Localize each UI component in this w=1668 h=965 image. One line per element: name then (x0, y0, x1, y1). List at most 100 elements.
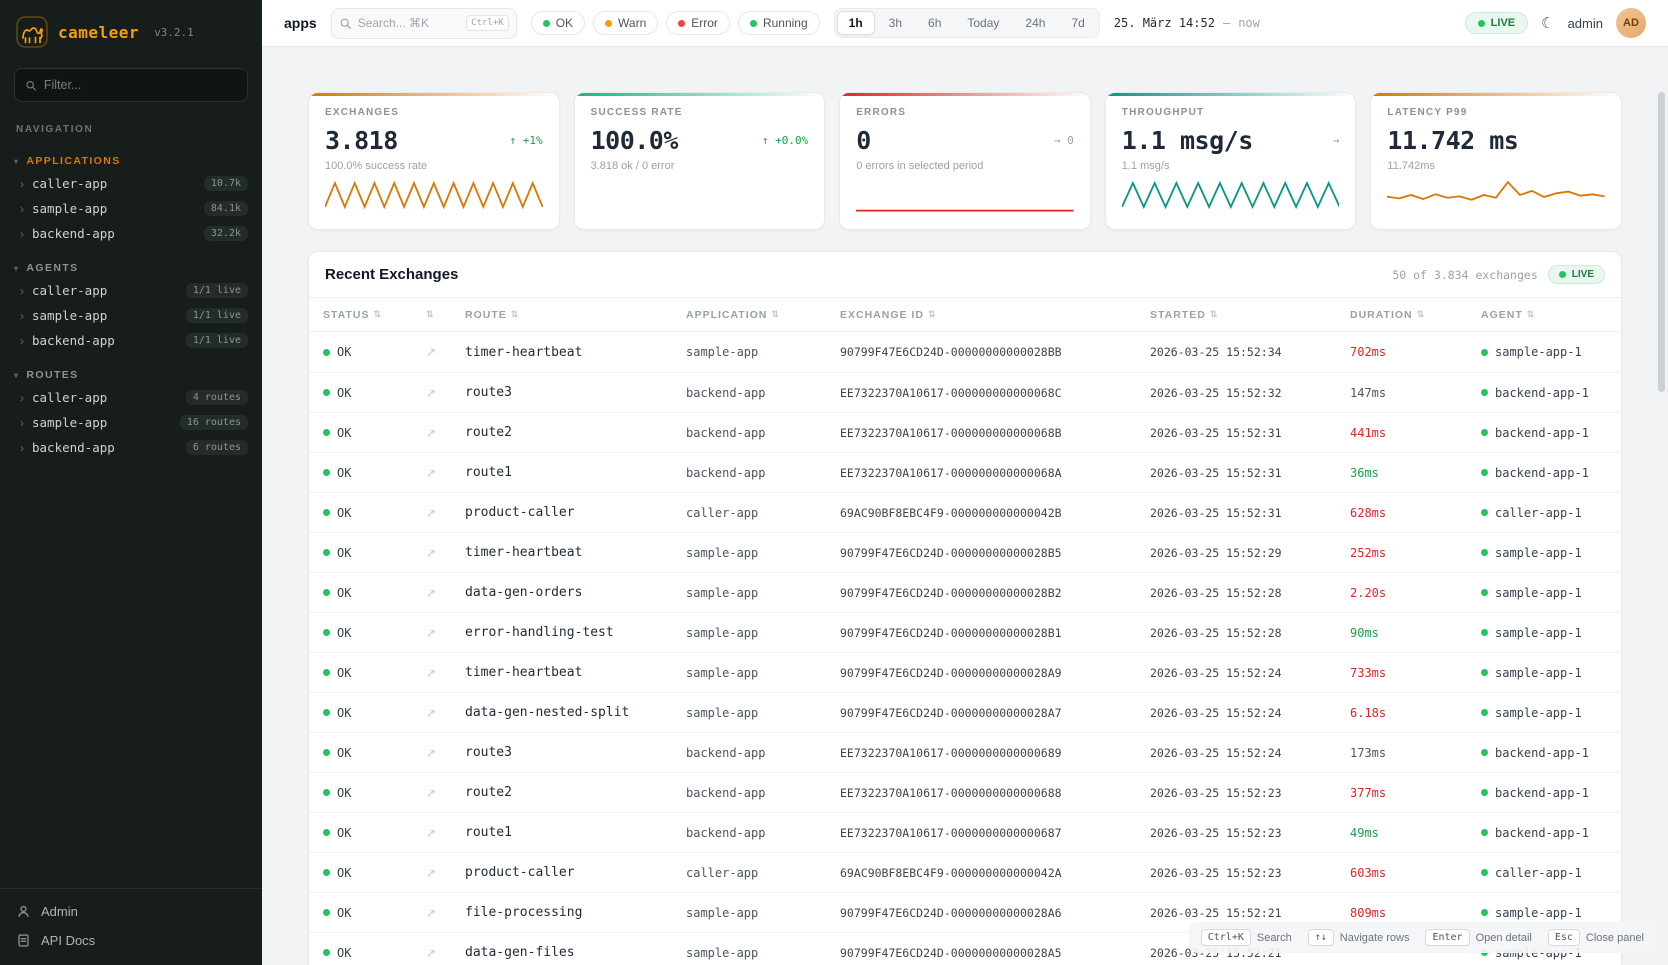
time-range-button[interactable]: 1h (837, 11, 875, 35)
open-link-cell[interactable]: ↗ (426, 626, 465, 640)
section-title-applications[interactable]: ▾ APPLICATIONS (0, 151, 262, 171)
open-link-cell[interactable]: ↗ (426, 826, 465, 840)
sidebar-item-badge: 1/1 live (186, 308, 248, 323)
table-row[interactable]: OK ↗ data-gen-orders sample-app 90799F47… (309, 572, 1621, 612)
open-link-cell[interactable]: ↗ (426, 906, 465, 920)
route-cell: product-caller (465, 505, 686, 520)
table-row[interactable]: OK ↗ product-caller caller-app 69AC90BF8… (309, 852, 1621, 892)
sidebar-item-application[interactable]: › caller-app 10.7k (0, 171, 262, 196)
sidebar-section-agents: ▾ AGENTS › caller-app 1/1 live › sample-… (0, 258, 262, 353)
table-row[interactable]: OK ↗ route1 backend-app EE7322370A10617-… (309, 452, 1621, 492)
search-shortcut-kbd: Ctrl+K (466, 15, 509, 31)
table-row[interactable]: OK ↗ data-gen-nested-split sample-app 90… (309, 692, 1621, 732)
table-row[interactable]: OK ↗ route2 backend-app EE7322370A10617-… (309, 772, 1621, 812)
status-filter-chip[interactable]: Error (666, 11, 730, 35)
table-row[interactable]: OK ↗ product-caller caller-app 69AC90BF8… (309, 492, 1621, 532)
sidebar-item-label: sample-app (32, 308, 107, 323)
column-header-exchange-id[interactable]: EXCHANGE ID⇅ (840, 309, 1150, 321)
breadcrumb[interactable]: apps (284, 15, 317, 31)
open-link-cell[interactable]: ↗ (426, 466, 465, 480)
search-input[interactable] (358, 16, 460, 30)
sidebar: cameleer v3.2.1 NAVIGATION ▾ APPLICATION… (0, 0, 262, 965)
column-header-route[interactable]: ROUTE⇅ (465, 309, 686, 321)
sort-icon: ⇅ (373, 309, 382, 320)
started-cell: 2026-03-25 15:52:28 (1150, 626, 1350, 640)
dark-mode-toggle[interactable]: ☾ (1541, 14, 1554, 32)
sidebar-item-agent[interactable]: › backend-app 1/1 live (0, 328, 262, 353)
time-range-button[interactable]: 6h (916, 11, 953, 35)
application-cell: backend-app (686, 466, 840, 480)
table-row[interactable]: OK ↗ timer-heartbeat sample-app 90799F47… (309, 332, 1621, 372)
time-range-button[interactable]: Today (955, 11, 1011, 35)
table-row[interactable]: OK ↗ route1 backend-app EE7322370A10617-… (309, 812, 1621, 852)
open-link-cell[interactable]: ↗ (426, 506, 465, 520)
status-filter-chip[interactable]: Warn (593, 11, 658, 35)
open-link-cell[interactable]: ↗ (426, 866, 465, 880)
sidebar-item-api-docs[interactable]: API Docs (0, 926, 262, 955)
open-link-cell[interactable]: ↗ (426, 706, 465, 720)
time-range-button[interactable]: 3h (877, 11, 914, 35)
live-toggle[interactable]: LIVE (1465, 12, 1528, 34)
status-dot-icon (678, 20, 685, 27)
status-filter-chip[interactable]: Running (738, 11, 820, 35)
sidebar-item-admin[interactable]: Admin (0, 897, 262, 926)
column-header-status[interactable]: STATUS⇅ (323, 309, 426, 321)
table-row[interactable]: OK ↗ route3 backend-app EE7322370A10617-… (309, 372, 1621, 412)
time-range-button[interactable]: 24h (1013, 11, 1057, 35)
open-link-cell[interactable]: ↗ (426, 426, 465, 440)
open-link-cell[interactable]: ↗ (426, 345, 465, 359)
datetime-display[interactable]: 25. März 14:52 — now (1114, 16, 1260, 30)
open-link-cell[interactable]: ↗ (426, 666, 465, 680)
column-header-agent[interactable]: AGENT⇅ (1481, 309, 1607, 321)
application-cell: sample-app (686, 586, 840, 600)
agent-label: sample-app-1 (1495, 586, 1582, 600)
route-cell: route3 (465, 385, 686, 400)
agent-cell: sample-app-1 (1481, 586, 1607, 600)
chevron-right-icon: › (20, 227, 24, 241)
status-filter-chip[interactable]: OK (531, 11, 585, 35)
open-link-cell[interactable]: ↗ (426, 386, 465, 400)
open-link-cell[interactable]: ↗ (426, 946, 465, 960)
table-live-badge[interactable]: LIVE (1548, 265, 1605, 284)
document-icon (16, 933, 31, 948)
table-row[interactable]: OK ↗ error-handling-test sample-app 9079… (309, 612, 1621, 652)
sidebar-item-route[interactable]: › sample-app 16 routes (0, 410, 262, 435)
avatar[interactable]: AD (1616, 8, 1646, 38)
scrollbar-thumb[interactable] (1658, 92, 1665, 392)
app-logo[interactable]: cameleer v3.2.1 (0, 0, 262, 58)
sidebar-item-route[interactable]: › caller-app 4 routes (0, 385, 262, 410)
table-row[interactable]: OK ↗ timer-heartbeat sample-app 90799F47… (309, 652, 1621, 692)
route-cell: route2 (465, 785, 686, 800)
section-title-agents[interactable]: ▾ AGENTS (0, 258, 262, 278)
sidebar-item-agent[interactable]: › sample-app 1/1 live (0, 303, 262, 328)
started-cell: 2026-03-25 15:52:31 (1150, 426, 1350, 440)
sidebar-item-agent[interactable]: › caller-app 1/1 live (0, 278, 262, 303)
sidebar-section-routes: ▾ ROUTES › caller-app 4 routes › sample-… (0, 365, 262, 460)
column-header-duration[interactable]: DURATION⇅ (1350, 309, 1481, 321)
chip-label: Error (691, 16, 718, 30)
agent-live-dot-icon (1481, 869, 1488, 876)
table-row[interactable]: OK ↗ route3 backend-app EE7322370A10617-… (309, 732, 1621, 772)
sort-icon: ⇅ (426, 309, 435, 320)
kpi-card: ERRORS 0 → 0 0 errors in selected period (839, 92, 1091, 230)
sidebar-item-label: backend-app (32, 226, 115, 241)
section-title-routes[interactable]: ▾ ROUTES (0, 365, 262, 385)
table-row[interactable]: OK ↗ timer-heartbeat sample-app 90799F47… (309, 532, 1621, 572)
sidebar-item-route[interactable]: › backend-app 6 routes (0, 435, 262, 460)
column-header-application[interactable]: APPLICATION⇅ (686, 309, 840, 321)
status-label: OK (337, 466, 351, 480)
column-header-link[interactable]: ⇅ (426, 309, 465, 320)
time-range-button[interactable]: 7d (1059, 11, 1096, 35)
sidebar-item-application[interactable]: › backend-app 32.2k (0, 221, 262, 246)
open-link-cell[interactable]: ↗ (426, 746, 465, 760)
table-row[interactable]: OK ↗ route2 backend-app EE7322370A10617-… (309, 412, 1621, 452)
column-header-started[interactable]: STARTED⇅ (1150, 309, 1350, 321)
filter-input[interactable] (44, 78, 237, 92)
open-link-cell[interactable]: ↗ (426, 546, 465, 560)
kpi-card: THROUGHPUT 1.1 msg/s → 1.1 msg/s (1105, 92, 1357, 230)
sidebar-item-application[interactable]: › sample-app 84.1k (0, 196, 262, 221)
open-link-cell[interactable]: ↗ (426, 786, 465, 800)
open-link-cell[interactable]: ↗ (426, 586, 465, 600)
agent-live-dot-icon (1481, 389, 1488, 396)
agent-label: sample-app-1 (1495, 666, 1582, 680)
